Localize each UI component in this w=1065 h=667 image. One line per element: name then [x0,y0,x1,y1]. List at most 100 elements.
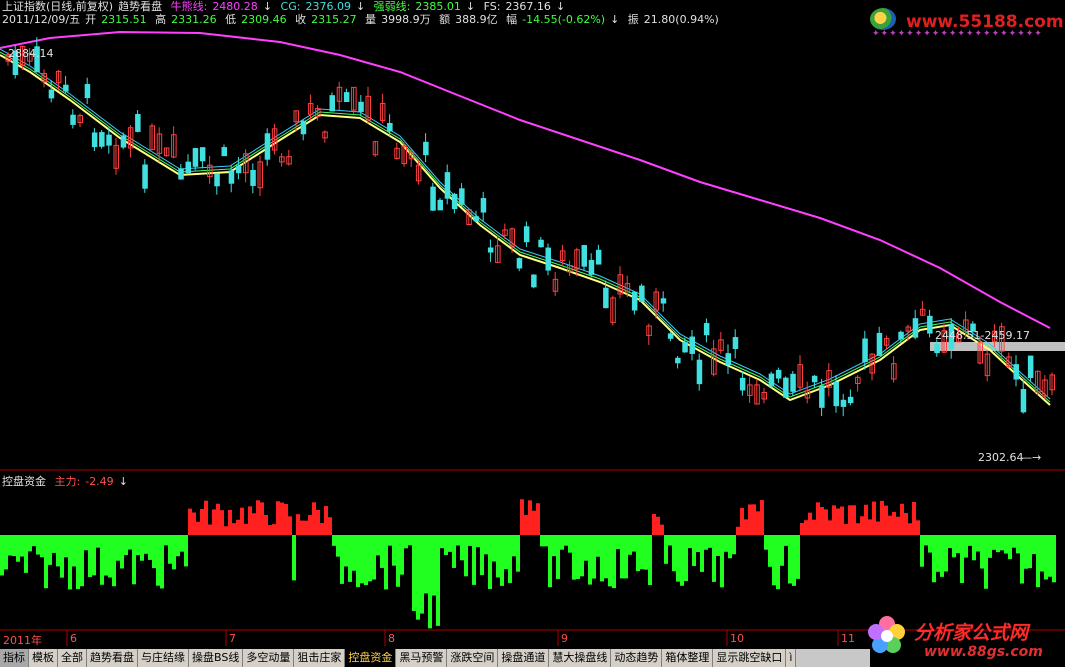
fund-bar-negative [704,535,708,550]
fund-bar-negative [628,535,632,555]
tab-box-range[interactable]: 箱体整理 [662,649,714,667]
fund-bar-positive [252,513,256,535]
fund-bar-negative [124,535,128,556]
fund-bar-negative [80,535,84,587]
niu-xiong-value: 2480.28 [212,0,258,13]
fund-bar-negative [480,535,484,576]
candle-body [221,147,227,157]
fund-bar-negative [1024,535,1028,569]
open-value: 2315.51 [101,13,147,26]
fund-bar-negative [372,535,376,580]
fund-bar-negative [360,535,364,584]
candle-body [667,333,674,339]
fund-bar-positive [876,521,880,535]
fund-bar-negative [24,535,28,573]
candle-body [329,95,335,112]
fund-bar-negative [132,535,136,585]
fund-bar-negative [348,535,352,582]
fund-bar-negative [984,535,988,589]
site-title-bottom: 分析家公式网 [914,622,1029,644]
fund-bar-positive [288,516,292,535]
change-value: -14.55(-0.62%) [522,13,606,26]
fund-bar-negative [440,535,444,549]
candle-body [192,148,199,167]
tab-control-funds[interactable]: 控盘资金 [345,649,397,667]
fund-bar-negative [68,535,72,590]
fund-bar-positive [864,504,868,535]
tab-bs-line[interactable]: 操盘BS线 [189,649,244,667]
fund-bar-negative [364,535,368,586]
candle-body [430,186,436,211]
fund-bar-negative [588,535,592,585]
fund-bar-negative [180,535,184,552]
fund-bar-positive [272,524,276,535]
fund-bar-negative [592,535,596,579]
candle-body [70,114,76,125]
tab-indicator[interactable]: 指标 [0,649,29,667]
fund-bar-negative [692,535,696,566]
fund-bar-negative [576,535,580,579]
fund-bar-positive [836,508,840,535]
axis-label-sep: 9 [561,632,568,645]
fund-bar-negative [352,535,356,571]
fund-bar-positive [852,505,856,535]
tab-more[interactable]: ì [786,649,797,667]
tab-rise-fall-space[interactable]: 涨跌空间 [447,649,499,667]
fund-bar-negative [64,535,68,558]
fund-bar-negative [380,535,384,568]
candle-body [732,337,739,349]
fund-bar-positive [804,520,808,535]
tab-snipe-dealer[interactable]: 狙击庄家 [294,649,346,667]
fund-bar-negative [28,535,32,552]
bull-bear-line [0,30,1051,329]
change-arrow: ↓ [610,13,620,26]
main-force-label: 主力: [54,475,81,488]
fund-bar-positive [240,507,244,535]
cg-line [0,48,1051,400]
fund-bar-positive [536,503,540,535]
fund-bar-negative [492,535,496,562]
qiang-ruo-value: 2385.01 [415,0,461,13]
tab-dark-horse[interactable]: 黑马预警 [396,649,448,667]
fund-bar-negative [1000,535,1004,551]
fund-bar-negative [716,535,720,556]
tab-trade-channel[interactable]: 操盘通道 [498,649,550,667]
price-chart[interactable] [0,0,1065,667]
candle-body [142,164,148,189]
fund-bar-negative [396,535,400,587]
candle-body [811,375,818,383]
fund-bar-negative [12,535,16,557]
tab-trend-view[interactable]: 趋势看盘 [87,649,138,667]
niu-xiong-label: 牛熊线: [170,0,208,13]
candle-body [516,258,523,269]
tab-dynamic-trend[interactable]: 动态趋势 [611,649,663,667]
fund-bar-negative [1032,535,1036,555]
fund-bar-negative [112,535,116,587]
tab-all[interactable]: 全部 [58,649,87,667]
candle-body [444,172,451,199]
tab-template[interactable]: 模板 [29,649,58,667]
sub-chart-header: 控盘资金 主力: -2.49 ↓ [2,475,133,488]
fund-bar-negative [1040,535,1044,572]
candle-body [199,147,206,162]
tab-show-gaps[interactable]: 显示跳空缺口 [713,649,787,667]
candle-body [595,249,602,265]
fund-bar-positive [204,500,208,535]
axis-label-jul: 7 [229,632,236,645]
fund-bar-negative [468,535,472,546]
fund-bar-negative [456,535,460,546]
tab-dealer-link[interactable]: 与庄结缘 [138,649,189,667]
fund-bar-negative [564,535,568,546]
tab-momentum[interactable]: 多空动量 [243,649,295,667]
candle-body [833,381,839,407]
fund-bar-positive [244,523,248,535]
fund-bar-negative [548,535,552,588]
tab-huida-line[interactable]: 慧大操盘线 [549,649,612,667]
fund-bar-negative [712,535,716,582]
fund-bar-positive [236,519,240,535]
fund-bar-positive [880,500,884,535]
fund-bar-negative [616,535,620,550]
fund-bar-positive [812,519,816,535]
fund-bar-negative [980,535,984,569]
fund-bar-negative [144,535,148,554]
